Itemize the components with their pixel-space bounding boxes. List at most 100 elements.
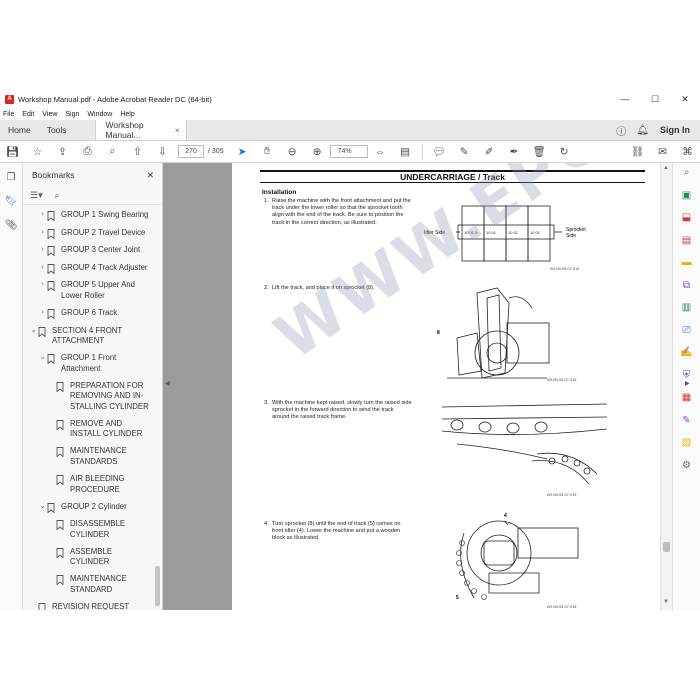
fill-sign-tool-icon[interactable]: ✍ <box>673 343 700 366</box>
organize-pages-icon[interactable]: ▥ <box>673 298 700 321</box>
select-cursor-icon[interactable]: ➤ <box>230 146 255 158</box>
combine-files-icon[interactable]: ⧉ <box>673 276 700 299</box>
link-icon[interactable]: ⛓︎ <box>625 145 650 158</box>
notifications-icon[interactable]: 🔔︎ <box>631 120 654 140</box>
draw-icon[interactable]: ✐ <box>477 146 502 158</box>
page-number-input[interactable]: 270 <box>178 145 204 158</box>
collapse-right-panel-icon[interactable]: ▶ <box>685 380 690 387</box>
bookmark-item[interactable]: › GROUP 3 Center Joint <box>23 245 153 257</box>
bookmark-item[interactable]: PREPARATION FOR REMOVING AND IN-STALLING… <box>23 381 153 413</box>
menu-help[interactable]: Help <box>120 111 134 118</box>
request-signature-icon[interactable]: ✎ <box>673 411 700 434</box>
menu-window[interactable]: Window <box>87 111 112 118</box>
close-window-button[interactable]: ✕ <box>670 94 700 105</box>
bookmarks-scrollbar[interactable] <box>154 210 161 610</box>
delete-icon[interactable]: 🗑︎ <box>527 145 552 158</box>
bookmarks-scroll-thumb[interactable] <box>155 566 160 606</box>
collapse-left-panel-icon[interactable]: ◀ <box>165 380 170 387</box>
scroll-up-icon[interactable]: ▲ <box>663 165 669 171</box>
print-icon[interactable]: ⎙ <box>75 145 100 158</box>
rotate-icon[interactable]: ↻ <box>552 146 577 158</box>
fit-page-icon[interactable]: ⇔ <box>368 146 393 158</box>
title-bar: A Workshop Manual.pdf - Adobe Acrobat Re… <box>0 90 700 108</box>
bookmarks-panel-icon[interactable]: 🔖︎ <box>0 196 22 211</box>
zoom-out-icon[interactable]: ⊖ <box>280 146 305 158</box>
highlight-icon[interactable]: ✎ <box>452 146 477 158</box>
chevron-right-icon[interactable]: › <box>38 228 47 239</box>
scroll-down-icon[interactable]: ▼ <box>663 599 669 605</box>
chevron-right-icon[interactable]: › <box>38 263 47 274</box>
bookmark-item[interactable]: REMOVE AND INSTALL CYLINDER <box>23 419 153 440</box>
bookmark-item[interactable]: ASSEMBLE CYLINDER <box>23 547 153 568</box>
scroll-mode-icon[interactable]: ▤ <box>393 146 418 158</box>
tab-home[interactable]: Home <box>0 120 39 140</box>
chevron-right-icon[interactable]: › <box>38 210 47 221</box>
more-tools-icon[interactable]: ⚙ <box>673 456 700 479</box>
search-tools-icon[interactable]: ⌕ <box>673 163 700 186</box>
bookmark-item[interactable]: ⌄ GROUP 1 Front Attachment <box>23 353 153 374</box>
next-page-icon[interactable]: ⇩ <box>150 146 175 158</box>
close-panel-icon[interactable]: ✕ <box>147 170 154 181</box>
bookmark-item[interactable]: AIR BLEEDING PROCEDURE <box>23 474 153 495</box>
bookmark-item[interactable]: MAINTENANCE STANDARD <box>23 574 153 595</box>
previous-page-icon[interactable]: ⇧ <box>125 146 150 158</box>
zoom-level-select[interactable]: 74% <box>329 145 368 158</box>
menu-edit[interactable]: Edit <box>22 111 34 118</box>
tab-document[interactable]: Workshop Manual... × <box>94 120 187 140</box>
menu-sign[interactable]: Sign <box>65 111 79 118</box>
tab-tools[interactable]: Tools <box>39 120 75 140</box>
minimize-button[interactable]: — <box>610 94 640 104</box>
sprocket-lift-drawing <box>447 287 550 379</box>
chevron-down-icon[interactable]: ⌄ <box>29 326 38 347</box>
bookmark-item[interactable]: DISASSEMBLE CYLINDER <box>23 519 153 540</box>
sign-in-button[interactable]: Sign In <box>654 120 700 140</box>
export-pdf-icon[interactable]: ⬓ <box>673 208 700 231</box>
bookmark-star-icon[interactable]: ☆ <box>25 146 50 158</box>
bookmark-item[interactable]: › GROUP 1 Swing Bearing <box>23 210 153 221</box>
bookmark-item[interactable]: REVISION REQUEST FORM <box>23 602 153 610</box>
menu-file[interactable]: File <box>3 111 14 118</box>
document-scrollbar[interactable]: ▲ ▼ <box>660 163 672 610</box>
chevron-down-icon[interactable]: ⌄ <box>38 353 47 374</box>
zoom-in-icon[interactable]: ⊕ <box>305 146 330 158</box>
chevron-right-icon[interactable]: › <box>38 245 47 256</box>
bookmark-item[interactable]: ⌄ GROUP 2 Cylinder <box>23 502 153 513</box>
chevron-down-icon[interactable]: ⌄ <box>38 502 47 513</box>
chevron-right-icon[interactable]: › <box>38 308 47 319</box>
bookmark-search-icon[interactable]: ⌕ <box>55 190 60 201</box>
fill-sign-icon[interactable]: ✒ <box>502 146 527 158</box>
bookmark-item[interactable]: › GROUP 2 Travel Device <box>23 228 153 239</box>
document-scroll-thumb[interactable] <box>663 542 670 552</box>
tab-bar: Home Tools Workshop Manual... × ⓘ 🔔︎ Sig… <box>0 120 700 141</box>
bookmark-item[interactable]: › GROUP 5 Upper And Lower Roller <box>23 280 153 301</box>
maximize-button[interactable]: ☐ <box>640 94 670 105</box>
bookmark-item[interactable]: MAINTENANCE STANDARDS <box>23 446 153 467</box>
scan-ocr-icon[interactable]: ⎚ <box>673 321 700 344</box>
attachments-icon[interactable]: 📎︎ <box>0 220 22 235</box>
bookmark-options-icon[interactable]: ☰▾ <box>30 190 43 201</box>
menu-view[interactable]: View <box>42 111 57 118</box>
help-icon[interactable]: ⓘ <box>611 120 631 140</box>
bookmark-item[interactable]: › GROUP 6 Track <box>23 308 153 319</box>
edit-pdf-icon[interactable]: ▤ <box>673 231 700 254</box>
bookmark-item[interactable]: › GROUP 4 Track Adjuster <box>23 263 153 274</box>
upload-icon[interactable]: ⇪ <box>50 146 75 158</box>
send-for-review-icon[interactable]: ▧ <box>673 433 700 456</box>
close-tab-icon[interactable]: × <box>175 126 180 135</box>
redact-icon[interactable]: ▦ <box>673 388 700 411</box>
bookmark-item[interactable]: ⌄ SECTION 4 FRONT ATTACHMENT <box>23 326 153 347</box>
hand-tool-icon[interactable]: ✋︎ <box>255 145 280 158</box>
step-number: 3. <box>264 400 269 406</box>
comment-icon[interactable]: 💬︎ <box>427 145 452 158</box>
menu-bar: File Edit View Sign Window Help <box>0 108 700 120</box>
save-icon[interactable]: 💾︎ <box>0 145 25 158</box>
email-icon[interactable]: ✉ <box>650 146 675 158</box>
zoom-search-icon[interactable]: ⌕ <box>100 145 125 158</box>
comment-tool-icon[interactable]: ▬ <box>673 253 700 276</box>
share-icon[interactable]: ⌘ <box>675 146 700 158</box>
page-thumbnails-icon[interactable]: ❐ <box>0 172 22 187</box>
chevron-right-icon[interactable]: › <box>38 280 47 301</box>
create-pdf-icon[interactable]: ▣ <box>673 186 700 209</box>
track-frame-drawing <box>441 403 608 485</box>
